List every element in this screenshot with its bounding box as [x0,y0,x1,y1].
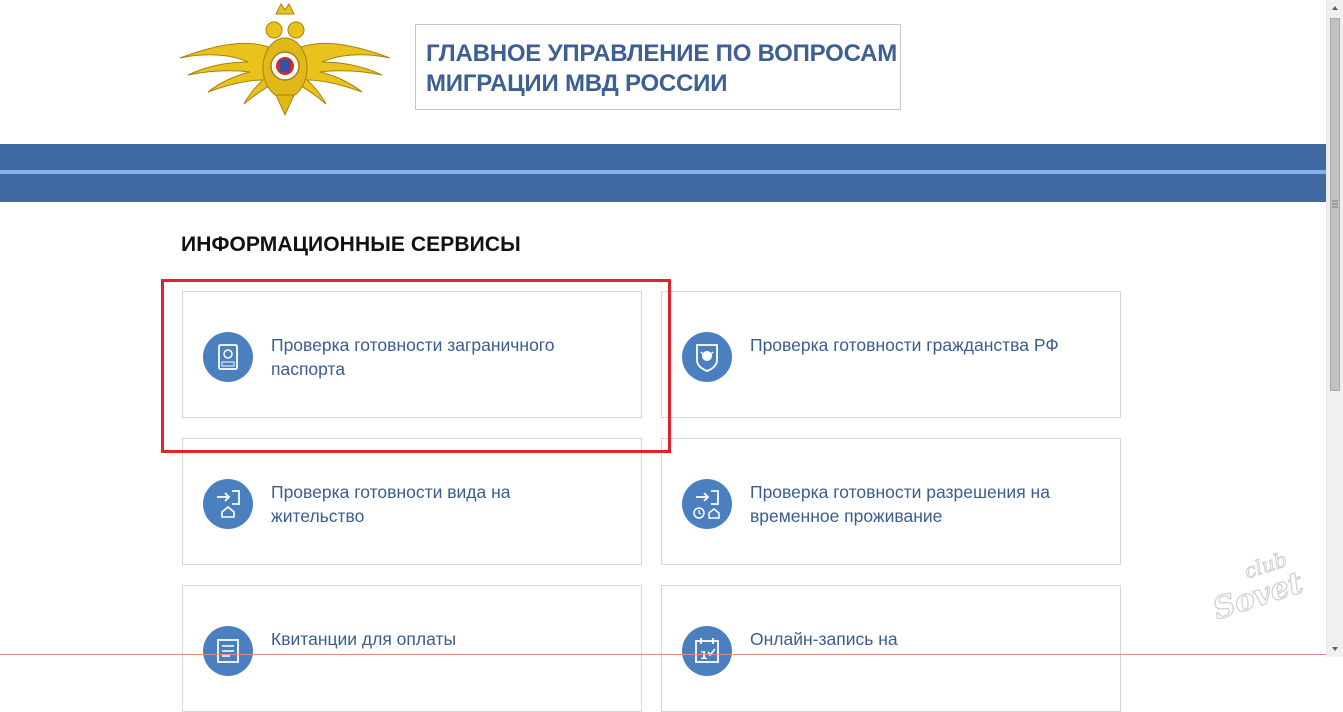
entry-clock-home-icon [682,479,732,529]
agency-title-line2: МИГРАЦИИ МВД РОССИИ [426,70,728,97]
service-label: Проверка готовности вида на жительство [271,482,511,526]
grip-icon [1332,200,1338,208]
coat-of-arms-icon [682,332,732,382]
receipt-icon [203,626,253,676]
eagle-emblem-icon[interactable] [178,0,392,118]
svg-text:1: 1 [700,649,708,662]
club-sovet-watermark: club Sovet [1208,547,1308,625]
service-card-passport[interactable]: Проверка готовности заграничного паспорт… [182,291,642,418]
service-label: Проверка готовности гражданства РФ [750,335,1059,355]
header-band-stripe [0,170,1326,174]
service-card-temporary-residence[interactable]: Проверка готовности разрешения на времен… [661,438,1121,565]
service-card-online-booking[interactable]: 1 Онлайн-запись на [661,585,1121,712]
service-card-residence-permit[interactable]: Проверка готовности вида на жительство [182,438,642,565]
vertical-scrollbar[interactable] [1326,0,1343,657]
service-card-citizenship[interactable]: Проверка готовности гражданства РФ [661,291,1121,418]
bottom-divider [0,654,1326,655]
service-label: Онлайн-запись на [750,629,898,649]
scroll-down-arrow-icon[interactable] [1327,640,1343,657]
scroll-up-arrow-icon[interactable] [1327,0,1343,17]
passport-icon [203,332,253,382]
agency-title-box[interactable]: ГЛАВНОЕ УПРАВЛЕНИЕ ПО ВОПРОСАМ МИГРАЦИИ … [415,24,901,110]
service-label: Квитанции для оплаты [271,629,457,649]
site-header: ГЛАВНОЕ УПРАВЛЕНИЕ ПО ВОПРОСАМ МИГРАЦИИ … [0,0,1326,144]
calendar-icon: 1 [682,626,732,676]
section-title: ИНФОРМАЦИОННЫЕ СЕРВИСЫ [181,233,521,256]
service-label: Проверка готовности разрешения на времен… [750,482,1050,526]
service-label: Проверка готовности заграничного паспорт… [271,335,555,379]
service-card-receipts[interactable]: Квитанции для оплаты [182,585,642,712]
scrollbar-thumb[interactable] [1330,18,1340,391]
agency-title-line1: ГЛАВНОЕ УПРАВЛЕНИЕ ПО ВОПРОСАМ [426,40,898,67]
entry-home-icon [203,479,253,529]
